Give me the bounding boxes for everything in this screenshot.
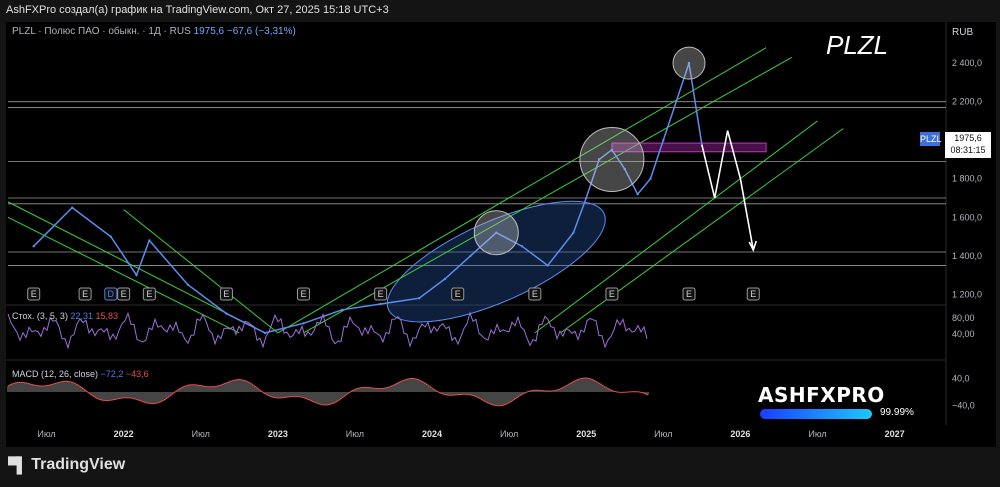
event-marker-label: E	[223, 289, 229, 299]
time-axis-tick: Июл	[192, 429, 210, 439]
marker-price: 1975,6	[954, 133, 982, 143]
price-point	[520, 244, 524, 248]
event-marker-label: E	[146, 289, 152, 299]
tradingview-brand[interactable]: ▀▌ TradingView	[8, 456, 125, 474]
price-point	[674, 100, 678, 103]
price-point	[302, 322, 305, 325]
price-point	[263, 331, 267, 335]
price-point	[572, 231, 575, 234]
price-point	[71, 206, 74, 209]
time-axis-tick: Июл	[808, 429, 826, 439]
stoch-d: 15,83	[95, 311, 119, 321]
price-axis-tick: 1 400,0	[952, 251, 982, 261]
event-marker-label: E	[455, 289, 461, 299]
price-point	[585, 196, 588, 200]
stoch-k: 22,31	[70, 311, 93, 321]
symbol-name: PLZL · Полюс ПАО · обыкн. · 1Д · RUS	[12, 26, 191, 37]
price-point	[662, 139, 665, 142]
price-point	[148, 239, 151, 242]
macd-hist: −72,2	[100, 369, 124, 379]
peak-highlight-circle	[579, 126, 645, 192]
time-axis-tick: 2025	[576, 429, 596, 439]
event-marker-label: E	[378, 289, 384, 299]
price-axis-tick: 1 200,0	[952, 289, 982, 299]
price-point	[186, 283, 190, 286]
macd-label: MACD (12, 26, close)	[12, 369, 99, 379]
macd-axis-tick: −40,0	[952, 400, 975, 410]
price-ticker-tag: PLZL	[920, 132, 942, 146]
price-point	[443, 277, 447, 281]
price-point	[546, 264, 549, 267]
time-axis-tick: 2023	[268, 429, 288, 439]
event-marker-label: E	[750, 289, 756, 299]
tradingview-logo-icon: ▀▌	[8, 456, 27, 474]
peak-highlight-circle	[672, 46, 706, 80]
price-point	[340, 308, 344, 311]
event-marker-label: E	[609, 289, 615, 299]
price-point	[379, 302, 382, 306]
event-marker-label: D	[108, 289, 115, 299]
price-point	[225, 312, 228, 315]
price-point	[135, 273, 138, 277]
currency-label[interactable]: RUB	[952, 27, 973, 38]
price-axis-tick: 2 400,0	[952, 58, 982, 68]
stoch-label: Стох. (3, 5, 3)	[12, 311, 68, 321]
event-marker-label: E	[82, 289, 88, 299]
event-marker-label: E	[31, 289, 37, 299]
ashfxpro-logo: ASHFXPRO 99.99%	[758, 383, 928, 425]
time-axis-tick: 2022	[114, 429, 134, 439]
price-point	[636, 192, 639, 196]
macd-signal: −43,6	[125, 369, 149, 379]
event-marker-label: E	[686, 289, 692, 299]
logo-title: ASHFXPRO	[758, 383, 885, 407]
price-marker: 1975,6 08:31:15	[945, 132, 991, 158]
trend-channel-line	[123, 209, 279, 334]
event-marker-label: E	[532, 289, 538, 299]
time-axis-tick: 2027	[885, 429, 905, 439]
tradingview-text: TradingView	[31, 456, 126, 473]
chart-watermark: PLZL	[826, 30, 889, 60]
stoch-axis-tick: 40,00	[952, 329, 975, 339]
logo-progress-bar	[760, 409, 872, 419]
price-point	[109, 235, 112, 238]
price-point	[417, 297, 421, 300]
event-marker-label: E	[121, 289, 127, 299]
price-axis-tick: 1 800,0	[952, 174, 982, 184]
event-marker-label: E	[301, 289, 307, 299]
marker-countdown: 08:31:15	[950, 145, 986, 155]
symbol-legend[interactable]: PLZL · Полюс ПАО · обыкн. · 1Д · RUS 197…	[12, 26, 296, 37]
price-change: −67,6 (−3,31%)	[226, 26, 296, 37]
price-axis-tick: 1 600,0	[952, 212, 982, 222]
peak-highlight-circle	[473, 210, 519, 256]
last-price: 1975,6	[193, 26, 225, 37]
time-axis-tick: Июл	[346, 429, 364, 439]
stoch-legend[interactable]: Стох. (3, 5, 3) 22,31 15,83	[12, 311, 118, 321]
price-point	[469, 254, 472, 258]
macd-axis-tick: 40,0	[952, 374, 970, 384]
time-axis-tick: 2024	[422, 429, 442, 439]
price-axis-tick: 2 200,0	[952, 97, 982, 107]
time-axis-tick: 2026	[730, 429, 750, 439]
time-axis-tick: Июл	[500, 429, 518, 439]
time-axis-tick: Июл	[654, 429, 672, 439]
price-point	[649, 177, 652, 180]
macd-legend[interactable]: MACD (12, 26, close) −72,2 −43,6	[12, 369, 149, 379]
time-axis-tick: Июл	[37, 429, 55, 439]
logo-percent: 99.99%	[880, 407, 914, 418]
price-point	[32, 244, 35, 248]
stoch-axis-tick: 80,00	[952, 313, 975, 323]
highlight-ellipse	[386, 200, 606, 323]
